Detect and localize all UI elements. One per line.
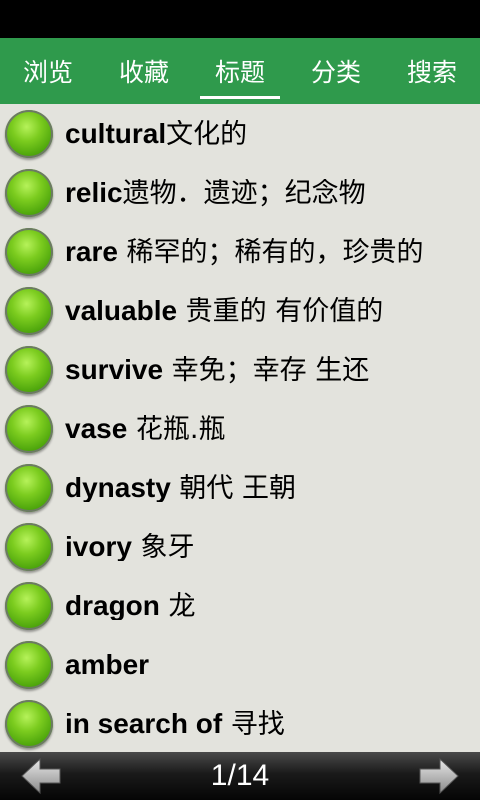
entry-word: dragon [65,591,160,620]
list-item[interactable]: ivory 象牙 [0,517,480,576]
entry-meaning: 文化的 [166,119,248,148]
entry-word: survive [65,355,164,384]
entry-text: survive 幸免；幸存 生还 [65,356,369,384]
green-ball-icon [5,168,53,217]
list-item[interactable]: vase 花瓶.瓶 [0,399,480,458]
green-ball-icon [5,640,53,689]
tab-categories[interactable]: 分类 [288,38,384,104]
entry-meaning: 花瓶.瓶 [127,414,226,443]
entry-word: relic [65,178,123,207]
entry-text: in search of 寻找 [65,710,285,738]
entry-meaning: 寻找 [222,709,285,738]
entry-word: amber [65,650,150,679]
tab-bar: 浏览 收藏 标题 分类 搜索 [0,38,480,104]
tab-search[interactable]: 搜索 [384,38,480,104]
page-indicator: 1/14 [210,759,270,792]
entry-word: vase [65,414,128,443]
status-bar [0,0,480,38]
list-item[interactable]: cultural文化的 [0,104,480,163]
list-item[interactable]: amber [0,635,480,694]
entry-text: dynasty 朝代 王朝 [65,474,296,502]
entry-text: dragon 龙 [65,592,195,620]
entry-text: ivory 象牙 [65,533,195,561]
arrow-left-icon[interactable] [20,756,62,796]
list-item[interactable]: valuable 贵重的 有价值的 [0,281,480,340]
entry-text: cultural文化的 [65,120,247,148]
arrow-right-icon[interactable] [418,756,460,796]
entry-word: ivory [65,532,132,561]
tab-browse[interactable]: 浏览 [0,38,96,104]
list-item[interactable]: survive 幸免；幸存 生还 [0,340,480,399]
green-ball-icon [5,463,53,512]
entry-meaning: 稀罕的；稀有的，珍贵的 [117,237,424,266]
pagination-bar: 1/14 [0,752,480,800]
green-ball-icon [5,404,53,453]
entry-meaning: 象牙 [131,532,195,561]
entry-text: vase 花瓶.瓶 [65,415,225,443]
entry-word: rare [65,237,118,266]
entry-text: valuable 贵重的 有价值的 [65,297,383,325]
entry-meaning: 龙 [159,591,196,620]
list-item[interactable]: rare 稀罕的；稀有的，珍贵的 [0,222,480,281]
list-item[interactable]: relic遗物．遗迹；纪念物 [0,163,480,222]
entry-meaning: 朝代 王朝 [170,473,296,502]
list-item[interactable]: dynasty 朝代 王朝 [0,458,480,517]
green-ball-icon [5,286,53,335]
green-ball-icon [5,522,53,571]
list-item[interactable]: dragon 龙 [0,576,480,635]
entry-text: amber [65,651,149,679]
entry-meaning: 贵重的 有价值的 [177,296,384,325]
green-ball-icon [5,581,53,630]
green-ball-icon [5,699,53,748]
entry-meaning: 幸免；幸存 生还 [163,355,370,384]
entry-word: valuable [65,296,178,325]
tab-titles[interactable]: 标题 [192,38,288,104]
word-list: cultural文化的 relic遗物．遗迹；纪念物 rare 稀罕的；稀有的，… [0,104,480,752]
tab-favorites[interactable]: 收藏 [96,38,192,104]
entry-word: cultural [65,119,167,148]
entry-word: dynasty [65,473,171,502]
green-ball-icon [5,345,53,394]
entry-text: relic遗物．遗迹；纪念物 [65,179,366,207]
green-ball-icon [5,109,53,158]
entry-text: rare 稀罕的；稀有的，珍贵的 [65,238,424,266]
entry-meaning: 遗物．遗迹；纪念物 [122,178,366,207]
list-item[interactable]: in search of 寻找 [0,694,480,752]
entry-word: in search of [65,709,223,738]
green-ball-icon [5,227,53,276]
